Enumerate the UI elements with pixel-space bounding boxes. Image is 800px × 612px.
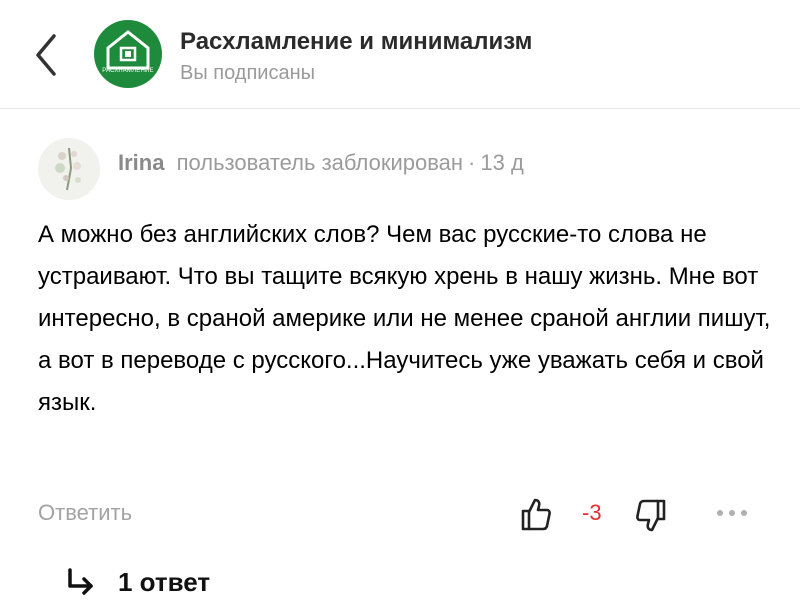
reply-arrow-icon <box>68 568 93 595</box>
house-icon <box>106 30 150 70</box>
comment-body: А можно без английских слов? Чем вас рус… <box>38 221 771 416</box>
thumbs-up-icon <box>521 498 551 531</box>
replies-count: 1 ответ <box>118 566 211 597</box>
thumbs-down-icon <box>636 499 666 532</box>
more-dots-icon <box>717 510 747 516</box>
subscription-status: Вы подписаны <box>180 62 315 84</box>
channel-avatar[interactable]: РАСХЛАМЛЕНИЕ <box>94 20 162 88</box>
comment-time: 13 д <box>480 150 524 175</box>
channel-title[interactable]: Расхламление и минимализм <box>180 28 532 56</box>
channel-header: РАСХЛАМЛЕНИЕ Расхламление и минимализм В… <box>0 0 800 109</box>
author-avatar[interactable] <box>38 138 100 200</box>
like-button[interactable] <box>519 496 553 532</box>
back-button[interactable] <box>28 30 64 80</box>
chevron-left-icon <box>36 34 56 76</box>
avatar-image <box>38 138 100 200</box>
comment-score: -3 <box>582 500 602 525</box>
author-name[interactable]: Irina <box>118 150 164 175</box>
dislike-button[interactable] <box>634 498 668 534</box>
author-status: пользователь заблокирован <box>176 150 464 175</box>
comment-meta: Irina пользователь заблокирован · 13 д <box>118 150 524 176</box>
show-replies-button[interactable]: 1 ответ <box>64 562 210 602</box>
reply-button[interactable]: Ответить <box>38 500 132 526</box>
meta-separator: · <box>468 150 476 175</box>
more-button[interactable] <box>714 502 750 524</box>
logo-text: РАСХЛАМЛЕНИЕ <box>102 68 154 74</box>
